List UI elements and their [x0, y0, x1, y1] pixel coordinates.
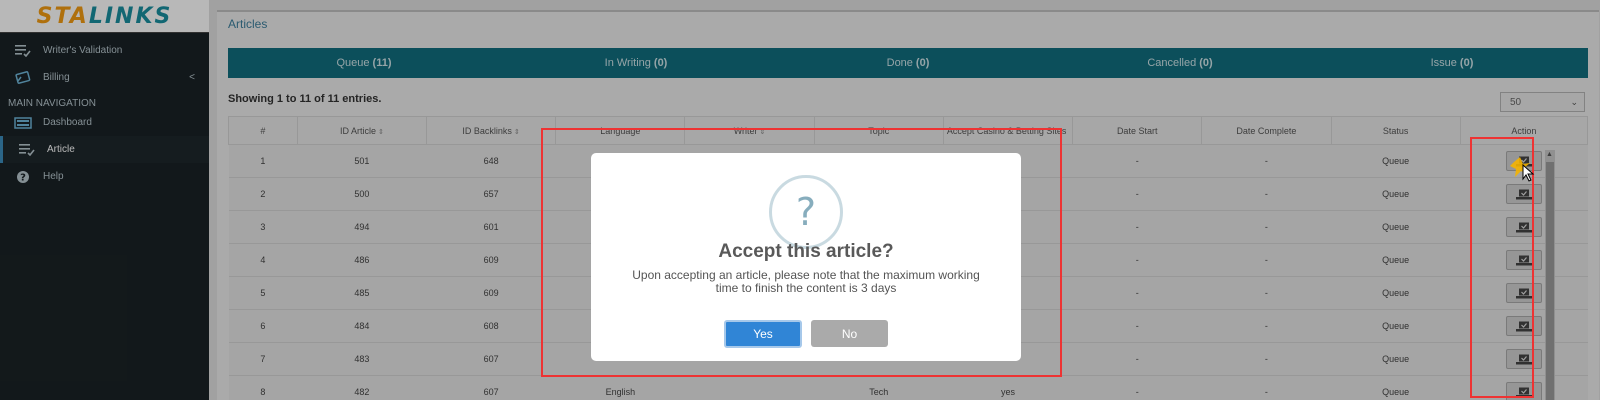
- dialog-message: Upon accepting an article, please note t…: [632, 268, 980, 295]
- mouse-cursor-icon: [1510, 156, 1540, 187]
- no-button[interactable]: No: [811, 320, 888, 347]
- yes-button[interactable]: Yes: [724, 320, 802, 348]
- dialog-title: Accept this article?: [718, 241, 894, 262]
- confirm-dialog: ? Accept this article? Upon accepting an…: [591, 153, 1021, 361]
- question-icon: ?: [769, 175, 843, 249]
